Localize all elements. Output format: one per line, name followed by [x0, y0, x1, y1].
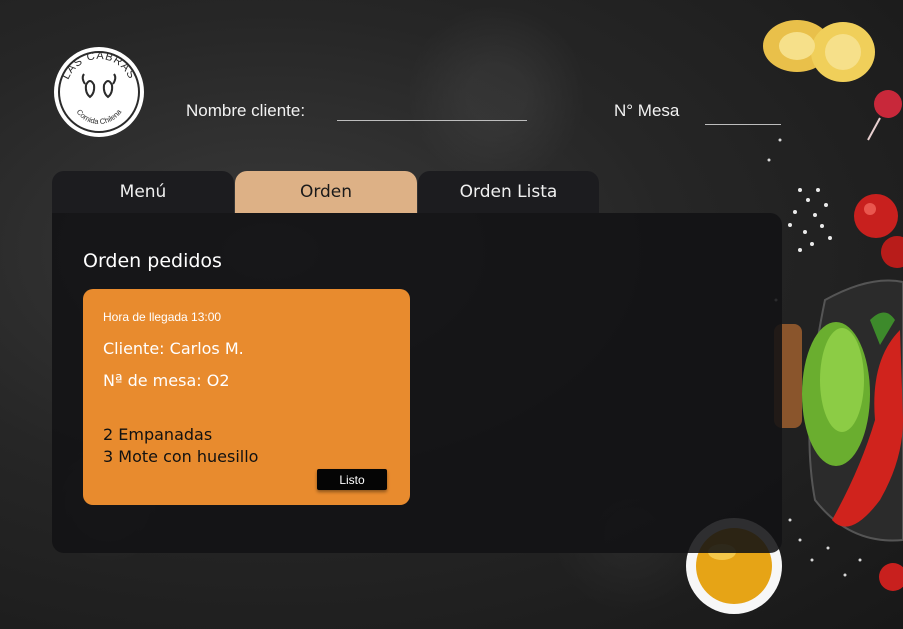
table-number-label: N° Mesa	[614, 101, 680, 120]
tomato-image	[854, 194, 903, 591]
client-name-label: Nombre cliente:	[186, 101, 306, 120]
corn-image	[763, 20, 875, 82]
las-cabras-logo: LAS CABRAS Comida Chilena	[54, 47, 144, 137]
red-pepper-image	[832, 312, 903, 527]
tab-menu[interactable]: Menú	[52, 171, 234, 213]
order-card: Hora de llegada 13:00 Cliente: Carlos M.…	[83, 289, 410, 505]
table-number-underline	[705, 124, 781, 125]
tab-orden-lista[interactable]: Orden Lista	[418, 171, 599, 213]
panel-title: Orden pedidos	[83, 250, 222, 272]
listo-button[interactable]: Listo	[317, 469, 387, 490]
tab-orden[interactable]: Orden	[235, 171, 417, 213]
radish-image	[867, 90, 902, 141]
tab-orden-label: Orden	[299, 182, 353, 202]
client-name-input[interactable]	[337, 100, 531, 122]
lettuce-image	[802, 322, 870, 466]
table-number-input[interactable]	[705, 104, 785, 126]
order-item: 2 Empanadas	[103, 425, 213, 444]
tab-orden-lista-label: Orden Lista	[459, 182, 558, 202]
order-item: 3 Mote con huesillo	[103, 447, 259, 466]
order-arrival-time: Hora de llegada 13:00	[103, 310, 222, 324]
tab-menu-label: Menú	[119, 182, 167, 202]
order-items-list: 2 Empanadas 3 Mote con huesillo	[103, 424, 258, 468]
order-table-number: Nª de mesa: O2	[103, 371, 230, 390]
order-client: Cliente: Carlos M.	[103, 339, 244, 358]
salt-image	[788, 188, 832, 252]
client-name-underline	[337, 120, 527, 121]
basket-image	[808, 279, 903, 542]
